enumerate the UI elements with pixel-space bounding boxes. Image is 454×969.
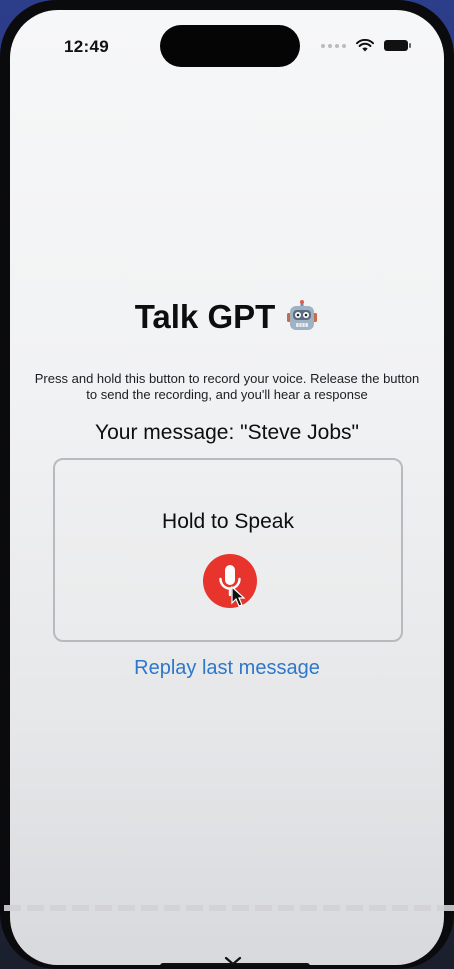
signal-dots-icon bbox=[321, 43, 346, 48]
video-progress-bar[interactable] bbox=[0, 905, 454, 911]
dynamic-island bbox=[160, 25, 300, 67]
title-row: Talk GPT bbox=[10, 298, 444, 336]
microphone-icon bbox=[219, 565, 241, 597]
instructions-text: Press and hold this button to record you… bbox=[34, 371, 420, 402]
home-indicator[interactable] bbox=[160, 963, 310, 965]
page-title: Talk GPT bbox=[134, 298, 276, 335]
status-time: 12:49 bbox=[64, 37, 109, 56]
hold-to-speak-button[interactable]: Hold to Speak bbox=[53, 458, 403, 642]
robot-icon bbox=[287, 300, 318, 330]
wifi-icon bbox=[356, 39, 374, 52]
battery-icon bbox=[384, 40, 411, 51]
your-message-text: Your message: "Steve Jobs" bbox=[95, 421, 359, 444]
hold-to-speak-label: Hold to Speak bbox=[162, 510, 294, 533]
status-icons bbox=[321, 39, 411, 52]
phone-screen: 12:49 Talk GPT Press and hold this butto… bbox=[10, 10, 444, 965]
replay-last-message-link[interactable]: Replay last message bbox=[10, 657, 444, 680]
pointer-cursor-icon bbox=[231, 586, 246, 607]
record-button[interactable] bbox=[203, 554, 257, 608]
video-frame: 12:49 Talk GPT Press and hold this butto… bbox=[0, 0, 454, 969]
phone-bezel: 12:49 Talk GPT Press and hold this butto… bbox=[0, 0, 454, 969]
